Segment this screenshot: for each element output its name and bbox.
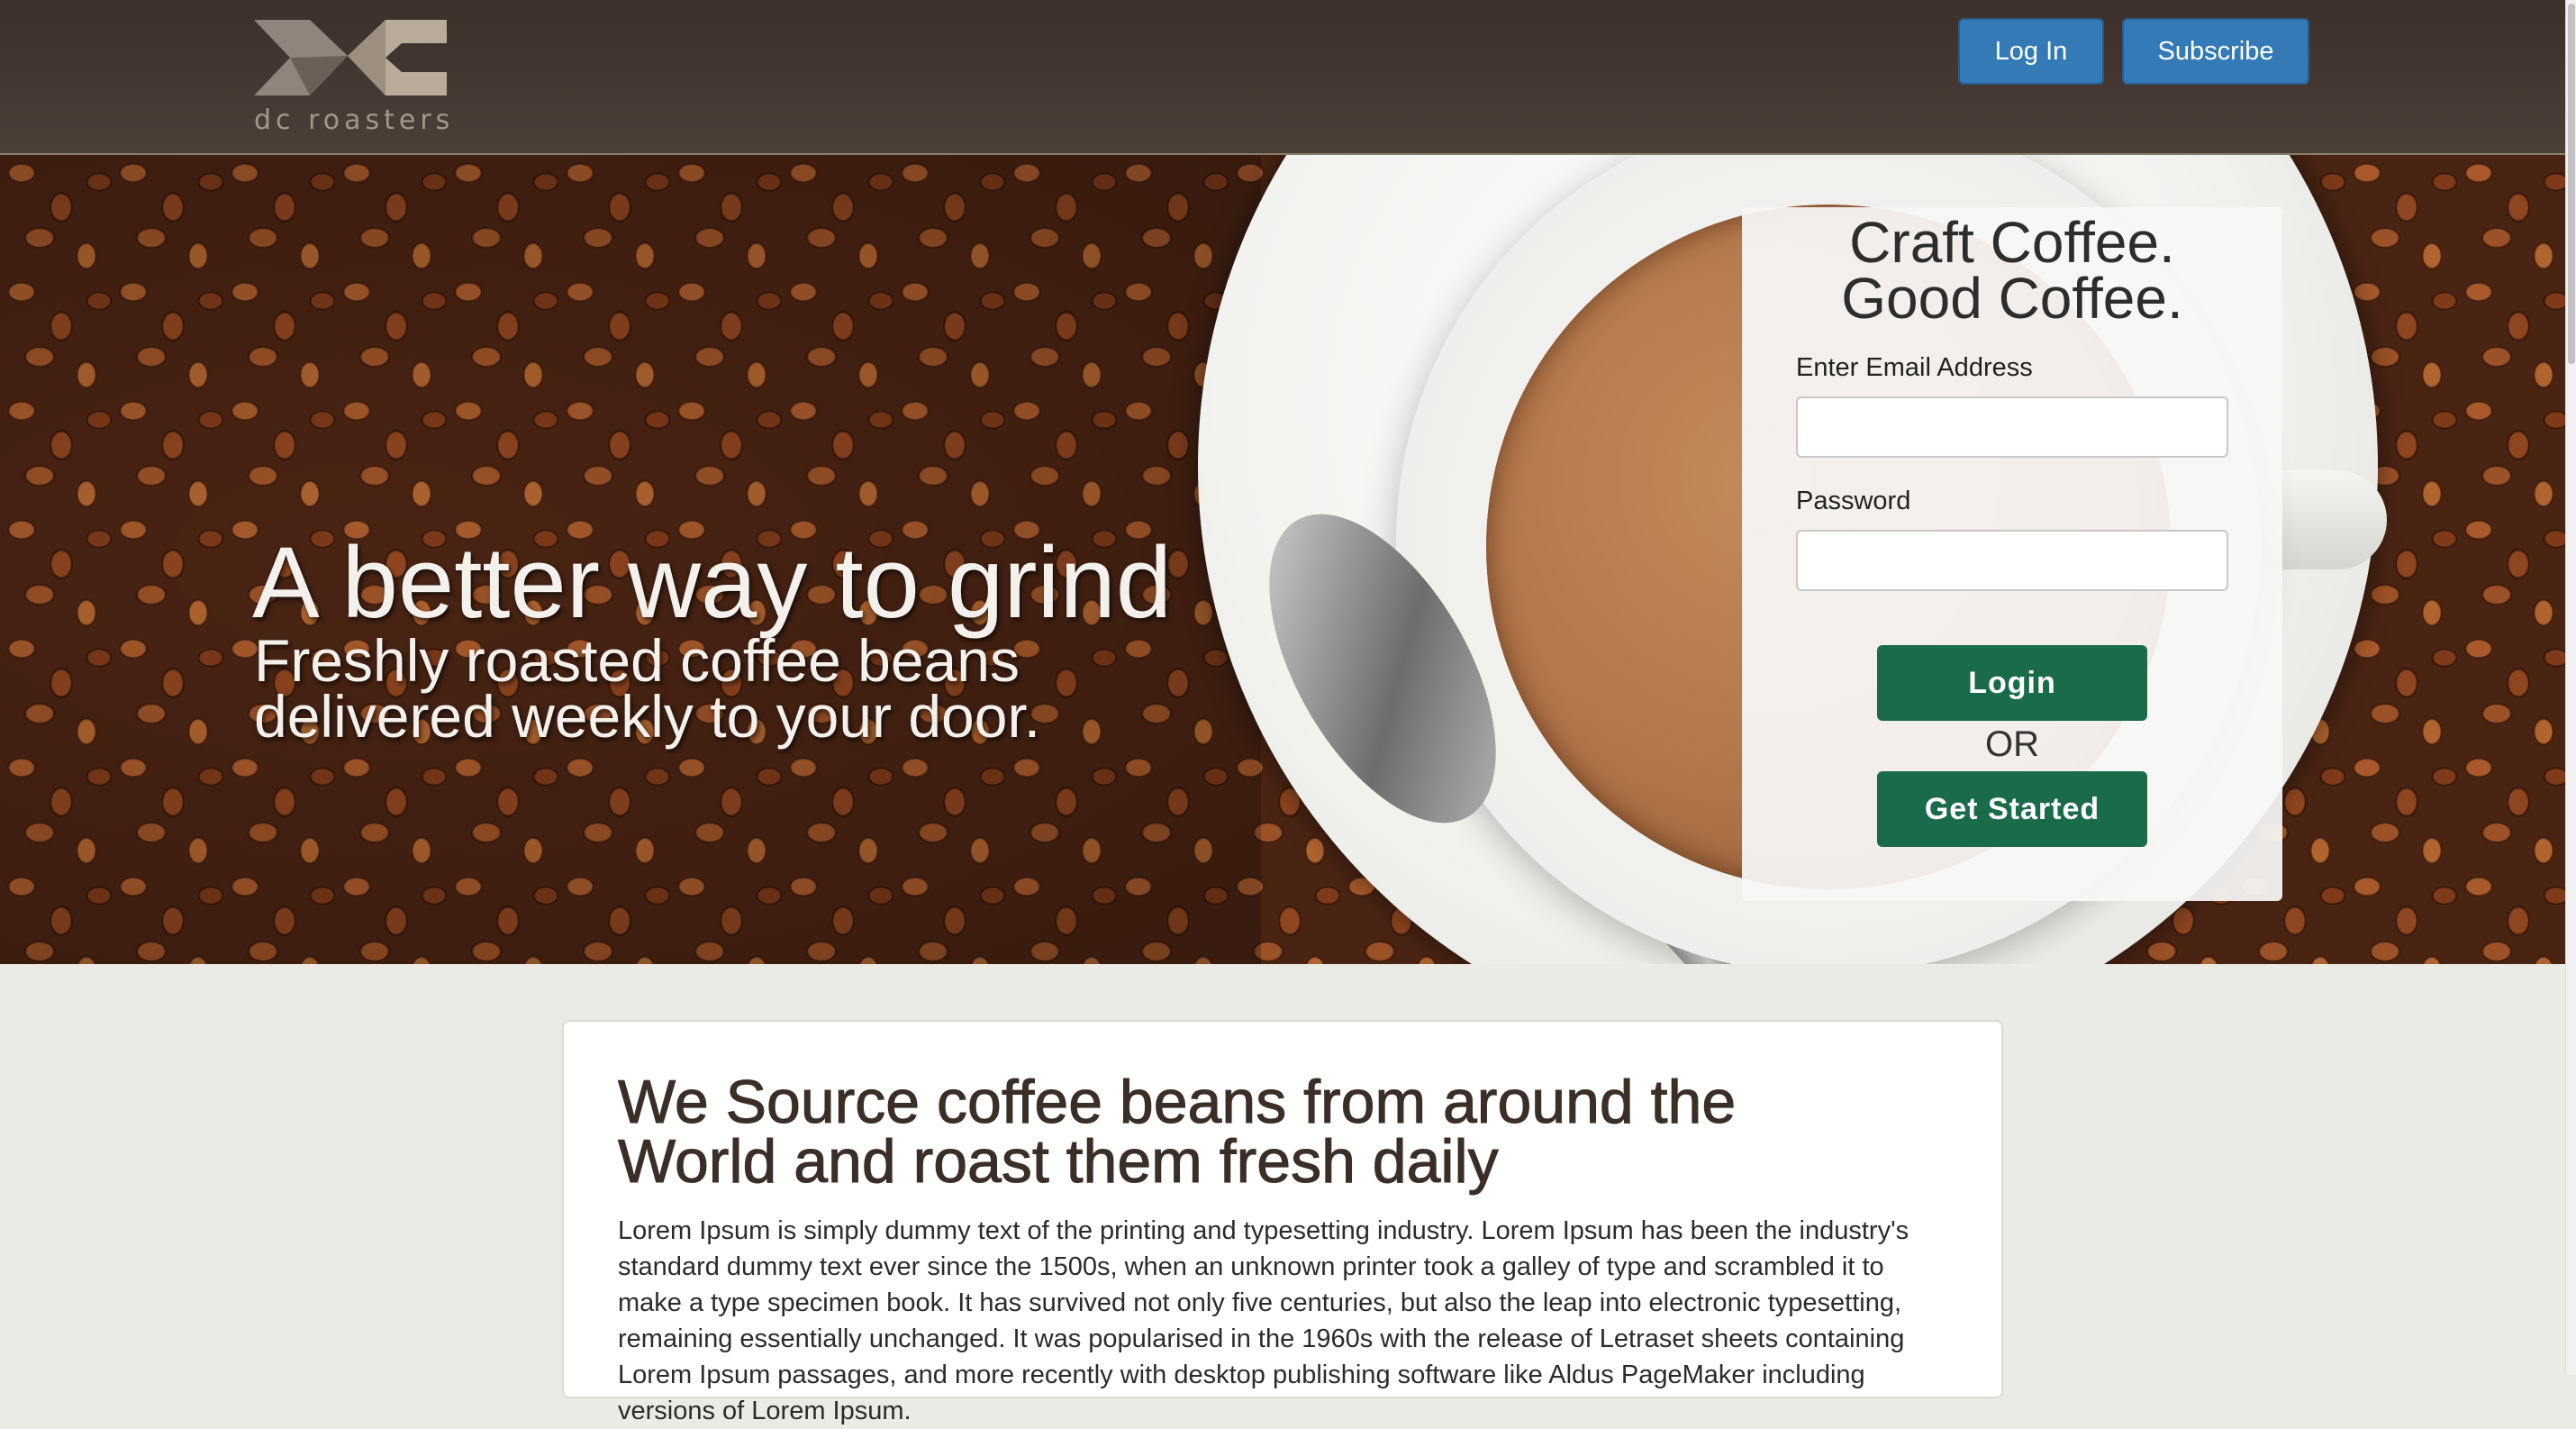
card-headline: Craft Coffee. Good Coffee. bbox=[1742, 214, 2282, 327]
get-started-button[interactable]: Get Started bbox=[1877, 771, 2147, 847]
login-card: Craft Coffee. Good Coffee. Enter Email A… bbox=[1742, 207, 2282, 901]
hero-title: A better way to grind bbox=[252, 526, 1173, 639]
brand-logo[interactable]: dc roasters bbox=[254, 16, 455, 139]
logo-wordmark: dc roasters bbox=[254, 105, 455, 136]
email-field[interactable] bbox=[1796, 396, 2228, 458]
email-label: Enter Email Address bbox=[1796, 353, 2033, 382]
content-heading-line2: World and roast them fresh daily bbox=[618, 1127, 1500, 1196]
or-divider: OR bbox=[1985, 724, 2039, 764]
password-label: Password bbox=[1796, 487, 1911, 515]
scrollbar-thumb[interactable] bbox=[2568, 4, 2575, 364]
page-scrollbar[interactable] bbox=[2565, 0, 2576, 1375]
login-nav-button[interactable]: Log In bbox=[1958, 18, 2104, 85]
content-heading-line1: We Source coffee beans from around the bbox=[617, 1068, 1737, 1136]
subscribe-nav-button[interactable]: Subscribe bbox=[2122, 18, 2309, 85]
hero-subtitle: Freshly roasted coffee beans delivered w… bbox=[254, 627, 1041, 750]
login-button[interactable]: Login bbox=[1877, 645, 2147, 721]
content-card: We Source coffee beans from around the W… bbox=[562, 1020, 2003, 1425]
content-heading: We Source coffee beans from around the W… bbox=[617, 1071, 1879, 1193]
content-body-text: Lorem Ipsum is simply dummy text of the … bbox=[618, 1216, 1909, 1425]
site-header: dc roasters Log In Subscribe bbox=[0, 0, 2565, 155]
dc-roasters-logo-icon bbox=[254, 20, 447, 96]
password-field[interactable] bbox=[1796, 530, 2228, 591]
card-headline-line2: Good Coffee. bbox=[1841, 266, 2183, 331]
